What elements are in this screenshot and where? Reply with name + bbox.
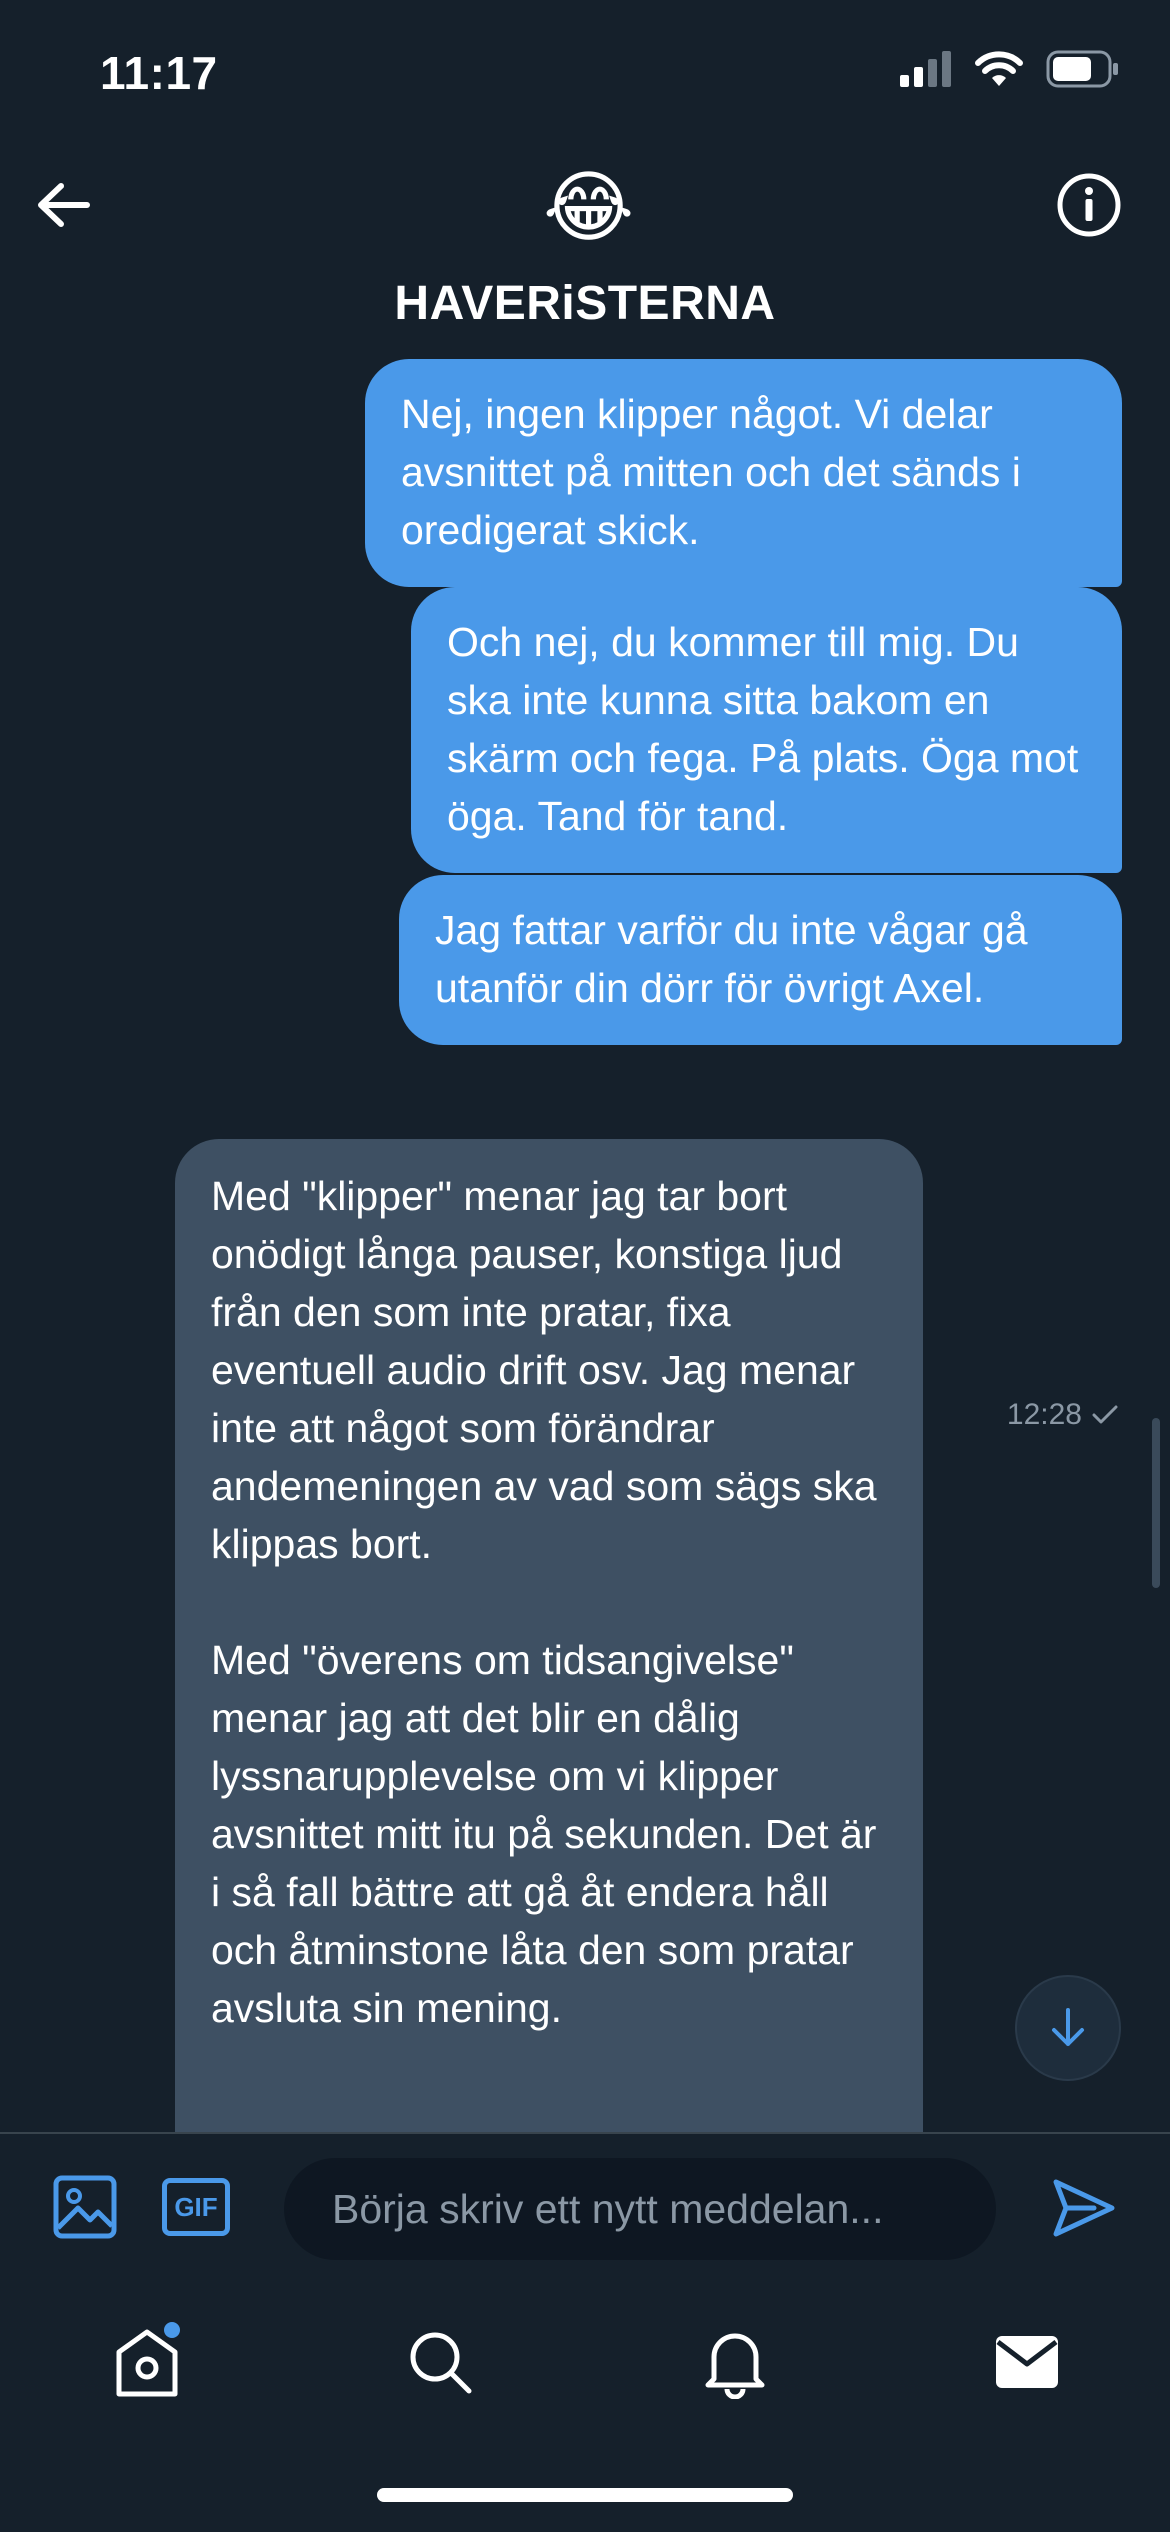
info-icon <box>1057 173 1121 237</box>
arrow-left-icon <box>38 183 90 227</box>
outgoing-message[interactable]: Jag fattar varför du inte vågar gå utanf… <box>399 875 1122 1045</box>
signal-icon <box>900 51 951 87</box>
messages-icon <box>996 2336 1058 2388</box>
dm-conversation-screen: 11:17 😂 HAVERiSTERNA Nej, ingen klipper … <box>0 0 1170 2532</box>
home-icon <box>116 2322 180 2397</box>
image-icon <box>53 2175 117 2239</box>
send-icon <box>1053 2179 1115 2237</box>
tab-notifications[interactable] <box>695 2322 775 2402</box>
home-indicator[interactable] <box>377 2488 793 2502</box>
tab-search[interactable] <box>400 2322 480 2402</box>
sent-check-icon <box>1092 1405 1118 1424</box>
tab-home[interactable] <box>107 2322 187 2402</box>
send-button[interactable] <box>1050 2174 1118 2242</box>
message-input[interactable]: Börja skriv ett nytt meddelan... <box>284 2158 996 2260</box>
tab-messages[interactable] <box>987 2322 1067 2402</box>
wifi-icon <box>975 51 1023 86</box>
status-bar: 11:17 <box>0 0 1170 150</box>
message-composer: GIF Börja skriv ett nytt meddelan... <box>0 2132 1170 2282</box>
back-button[interactable] <box>28 170 98 240</box>
arrow-down-icon <box>1052 2008 1084 2046</box>
scroll-indicator[interactable] <box>1152 1418 1160 1588</box>
battery-icon <box>1046 50 1118 88</box>
conversation-title[interactable]: HAVERiSTERNA <box>0 276 1170 331</box>
info-button[interactable] <box>1056 172 1122 238</box>
conversation-header: 😂 HAVERiSTERNA <box>0 150 1170 350</box>
status-time: 11:17 <box>100 47 218 99</box>
message-time: 12:28 <box>1006 1398 1082 1431</box>
gif-button[interactable]: GIF <box>162 2178 230 2236</box>
status-icons <box>900 50 1120 88</box>
message-timestamp: 12:28 <box>1007 1398 1118 1432</box>
search-icon <box>410 2332 472 2394</box>
outgoing-message[interactable]: Nej, ingen klipper något. Vi delar avsni… <box>365 359 1122 587</box>
incoming-message[interactable]: Med "klipper" menar jag tar bort onödigt… <box>175 1139 923 2132</box>
scroll-to-bottom-button[interactable] <box>1015 1975 1121 2081</box>
media-button[interactable] <box>52 2174 118 2240</box>
message-list[interactable]: Nej, ingen klipper något. Vi delar avsni… <box>0 350 1170 2132</box>
notifications-icon <box>705 2333 765 2399</box>
group-avatar[interactable]: 😂 <box>543 164 634 250</box>
outgoing-message[interactable]: Och nej, du kommer till mig. Du ska inte… <box>411 587 1122 873</box>
